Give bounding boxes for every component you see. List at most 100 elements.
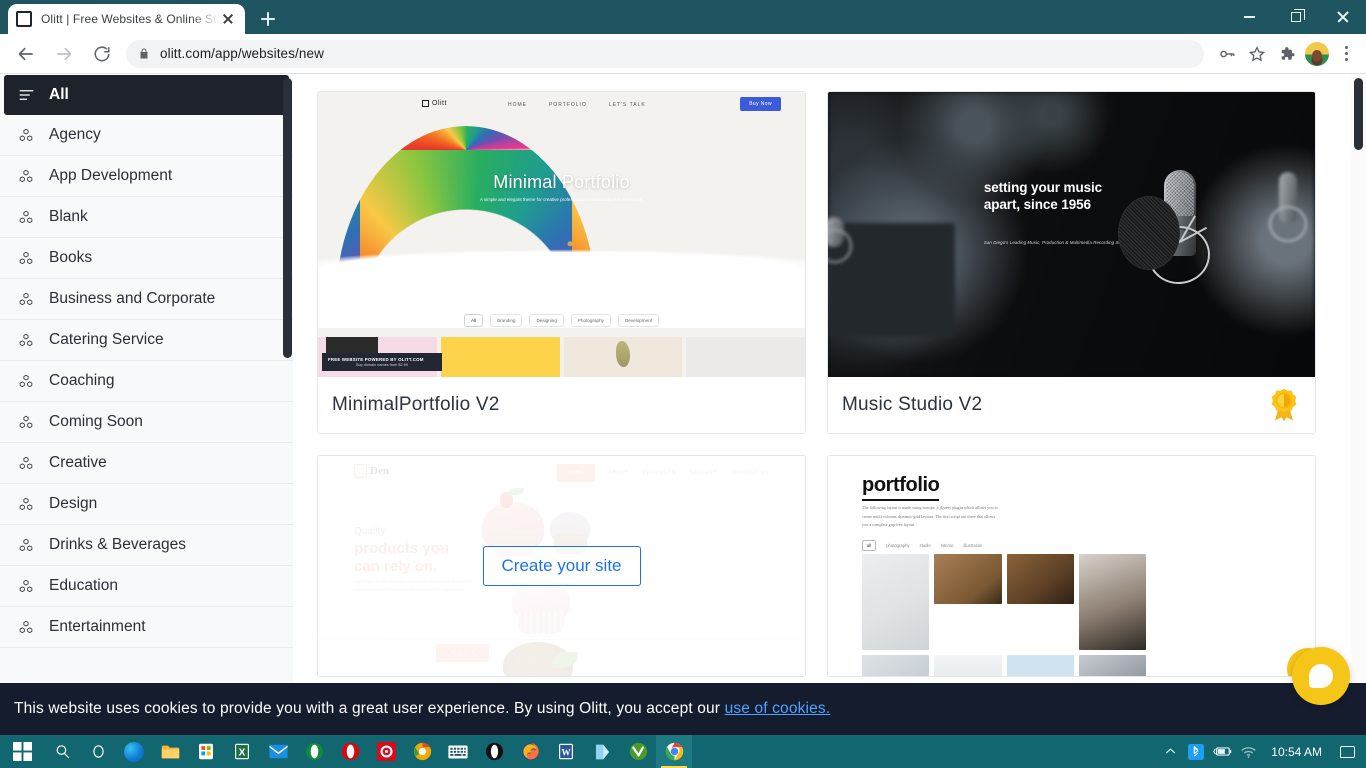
browser-toolbar: olitt.com/app/websites/new	[0, 34, 1366, 74]
sidebar-item-label: Business and Corporate	[49, 290, 216, 307]
sidebar-item-creative[interactable]: Creative	[0, 443, 293, 484]
page-scrollbar[interactable]	[1351, 75, 1366, 735]
sidebar-item-app-development[interactable]: App Development	[0, 156, 293, 197]
back-arrow-icon[interactable]	[10, 38, 42, 70]
excel-icon[interactable]: X	[224, 735, 260, 768]
template-title: MinimalPortfolio V2	[332, 394, 500, 415]
target-app-icon[interactable]	[368, 735, 404, 768]
mail-icon[interactable]	[260, 735, 296, 768]
minimal-portfolio-preview: Olitt HOME PORTFOLIO LET'S TALK Buy Now	[318, 92, 805, 377]
address-bar[interactable]: olitt.com/app/websites/new	[126, 39, 1204, 68]
onedrive-icon[interactable]	[584, 735, 620, 768]
file-explorer-icon[interactable]	[152, 735, 188, 768]
template-card[interactable]: Den HOME ABOUT PRODUCTS GALLERY CONTACT …	[317, 455, 806, 677]
window-close-button[interactable]	[1320, 0, 1366, 34]
taskbar-clock[interactable]: 10:54 AM	[1261, 745, 1332, 759]
cubes-icon	[18, 456, 40, 471]
star-bookmark-icon[interactable]	[1242, 39, 1272, 69]
microsoft-store-icon[interactable]	[188, 735, 224, 768]
forward-arrow-icon[interactable]	[48, 38, 80, 70]
reload-icon[interactable]	[86, 38, 118, 70]
sidebar-scrollbar-thumb[interactable]	[283, 78, 292, 358]
sidebar-item-entertainment[interactable]: Entertainment	[0, 607, 293, 648]
opera-gx-icon[interactable]	[296, 735, 332, 768]
sidebar-item-label: Agency	[49, 126, 101, 143]
grid-photo	[1006, 655, 1074, 676]
sidebar-item-drinks-beverages[interactable]: Drinks & Beverages	[0, 525, 293, 566]
page-viewport: All Agency App Development Blank Books B…	[0, 75, 1366, 735]
windows-start-icon[interactable]	[0, 735, 44, 768]
chrome-canary-icon[interactable]	[404, 735, 440, 768]
sidebar-item-books[interactable]: Books	[0, 238, 293, 279]
sidebar-scrollbar[interactable]	[282, 78, 293, 730]
puzzle-extensions-icon[interactable]	[1272, 39, 1302, 69]
svg-text:W: W	[561, 748, 571, 758]
create-your-site-button[interactable]: Create your site	[482, 546, 641, 586]
lock-icon	[138, 47, 150, 60]
template-card[interactable]: setting your music apart, since 1956 San…	[827, 91, 1316, 434]
cortana-icon[interactable]	[80, 735, 116, 768]
sidebar-item-coaching[interactable]: Coaching	[0, 361, 293, 402]
key-icon[interactable]	[1212, 39, 1242, 69]
chrome-icon[interactable]	[656, 735, 692, 768]
wifi-icon[interactable]	[1235, 735, 1261, 768]
sidebar-item-label: All	[49, 86, 69, 103]
template-card-footer: Music Studio V2	[828, 377, 1315, 433]
page-scrollbar-thumb[interactable]	[1354, 78, 1363, 150]
browser-tab[interactable]: Olitt | Free Websites & Online Sto	[8, 4, 245, 34]
cubes-icon	[18, 374, 40, 389]
gallery-thumb	[440, 337, 560, 377]
pop-filter-art	[1117, 196, 1180, 271]
sidebar-item-blank[interactable]: Blank	[0, 197, 293, 238]
preview-heading: portfolio	[862, 474, 940, 501]
preview-filter-tabs: All Branding Designing Photography Devel…	[318, 314, 805, 327]
grid-photo	[862, 655, 930, 676]
sidebar-item-business-and-corporate[interactable]: Business and Corporate	[0, 279, 293, 320]
template-preview: portfolio The following layout is made u…	[828, 456, 1315, 676]
opera-icon[interactable]	[332, 735, 368, 768]
sidebar-item-design[interactable]: Design	[0, 484, 293, 525]
cubes-icon	[18, 538, 40, 553]
grid-photo	[1078, 554, 1146, 650]
vivaldi-icon[interactable]	[620, 735, 656, 768]
action-center-icon[interactable]	[1332, 735, 1362, 768]
template-card[interactable]: Olitt HOME PORTFOLIO LET'S TALK Buy Now	[317, 91, 806, 434]
dark-browser-icon[interactable]	[476, 735, 512, 768]
word-icon[interactable]: W	[548, 735, 584, 768]
sidebar-item-catering-service[interactable]: Catering Service	[0, 320, 293, 361]
preview-nav: HOME ABOUT PRODUCTS GALLERY CONTACT US	[557, 464, 769, 482]
sidebar-item-coming-soon[interactable]: Coming Soon	[0, 402, 293, 443]
tab-close-icon[interactable]	[219, 10, 237, 28]
cubes-icon	[18, 169, 40, 184]
template-card[interactable]: portfolio The following layout is made u…	[827, 455, 1316, 677]
window-maximize-button[interactable]	[1273, 0, 1319, 34]
gallery-thumb	[563, 337, 683, 377]
cubes-icon	[18, 620, 40, 635]
sidebar-item-education[interactable]: Education	[0, 566, 293, 607]
cubes-icon	[18, 333, 40, 348]
cookie-notice-text: This website uses cookies to provide you…	[14, 700, 830, 718]
sidebar-item-all[interactable]: All	[4, 75, 289, 115]
cupcake-base-art	[518, 610, 564, 634]
preview-heading: products you can rely on.	[354, 540, 450, 576]
search-icon[interactable]	[44, 735, 80, 768]
microphone-main-art	[1117, 160, 1214, 320]
firefox-icon[interactable]	[512, 735, 548, 768]
window-minimize-button[interactable]	[1226, 0, 1272, 34]
sidebar-item-label: Drinks & Beverages	[49, 536, 186, 553]
three-dot-menu-icon[interactable]	[1332, 39, 1360, 69]
touch-keyboard-icon[interactable]	[440, 735, 476, 768]
edge-icon[interactable]	[116, 735, 152, 768]
cubes-icon	[18, 415, 40, 430]
sidebar-item-label: App Development	[49, 167, 173, 184]
use-of-cookies-link[interactable]: use of cookies.	[725, 700, 831, 717]
battery-icon[interactable]	[1209, 735, 1235, 768]
chevron-up-icon[interactable]	[1157, 735, 1183, 768]
chat-widget-button[interactable]	[1292, 647, 1350, 705]
sidebar-item-label: Coaching	[49, 372, 115, 389]
new-tab-button[interactable]	[254, 6, 282, 32]
sidebar-item-agency[interactable]: Agency	[0, 115, 293, 156]
profile-avatar[interactable]	[1305, 41, 1329, 66]
bluetooth-icon[interactable]	[1183, 735, 1209, 768]
sidebar-item-label: Books	[49, 249, 93, 266]
